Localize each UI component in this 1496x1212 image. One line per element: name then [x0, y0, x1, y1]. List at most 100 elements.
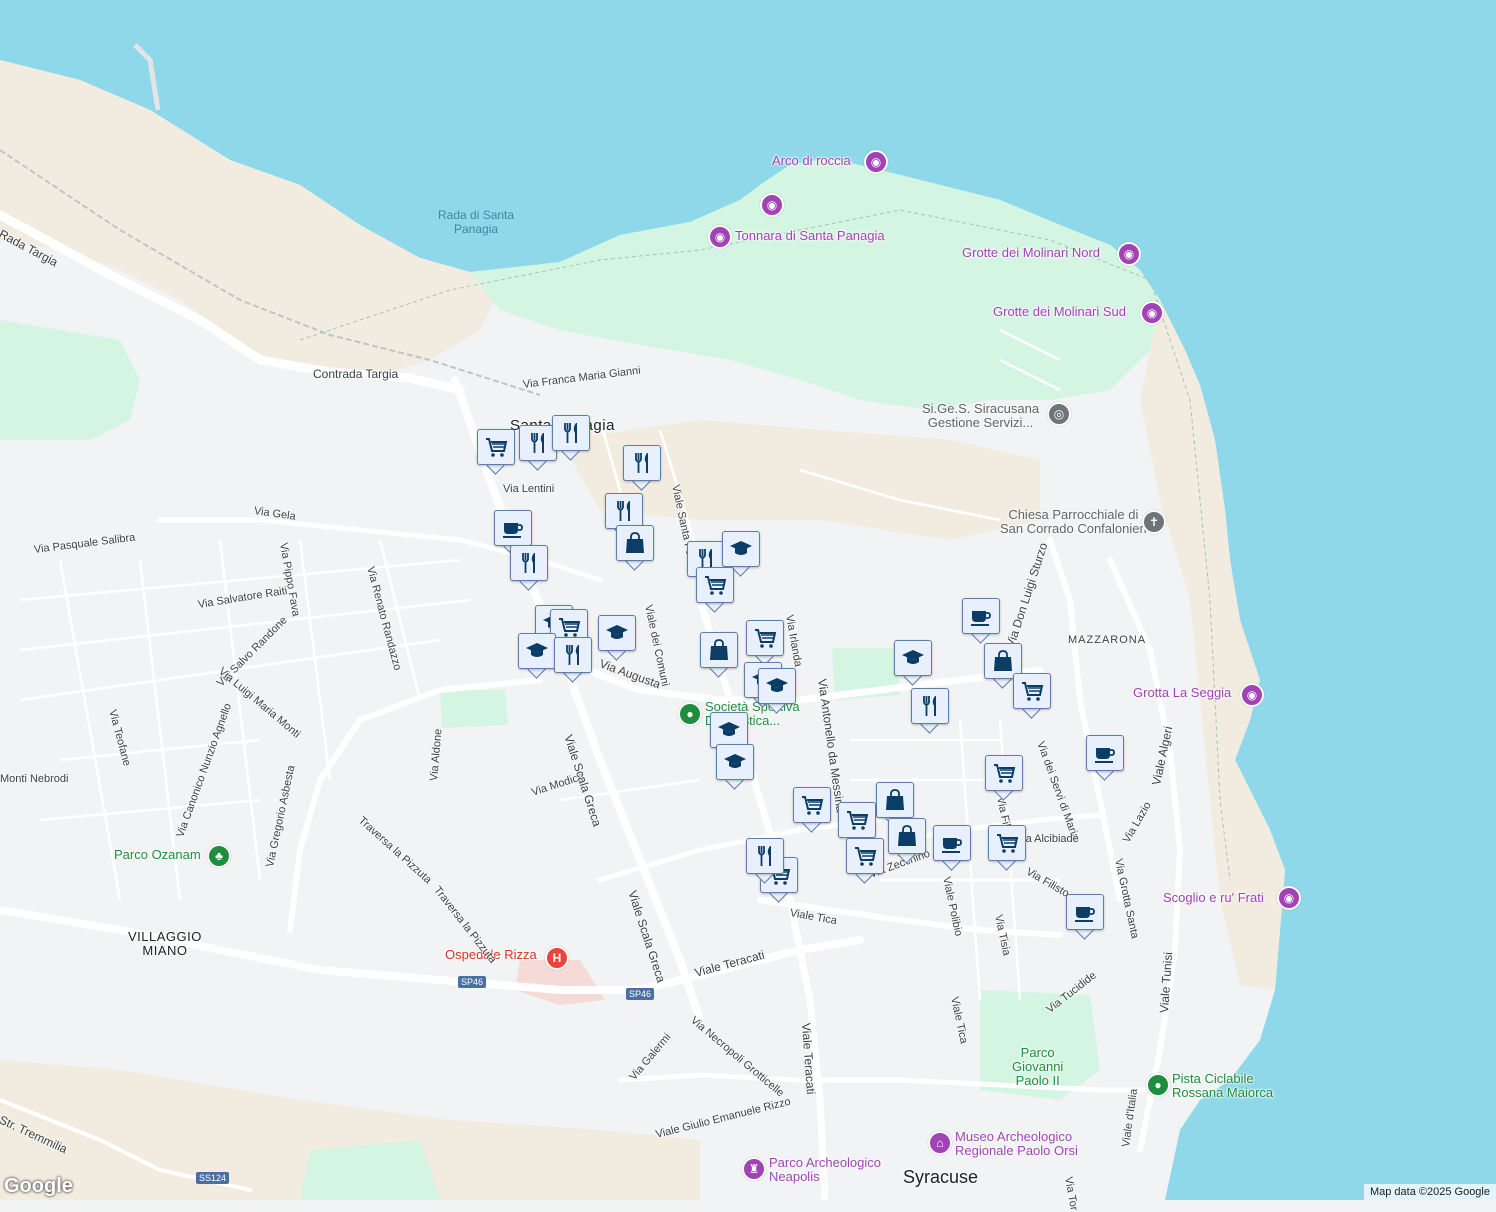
shopping-bag-icon	[616, 525, 654, 561]
shopping-cart-icon	[477, 429, 515, 465]
map-marker-shopping-cart[interactable]	[746, 620, 784, 666]
cup-glyph	[1075, 907, 1095, 922]
camera-icon[interactable]: ◉	[864, 150, 888, 174]
map-marker-cafe[interactable]	[962, 598, 1000, 644]
google-logo[interactable]: Google	[4, 1175, 73, 1198]
map-marker-school[interactable]	[722, 531, 760, 577]
camera-icon[interactable]: ◉	[760, 193, 784, 217]
cart-glyph	[1022, 682, 1044, 701]
camera-icon[interactable]: ◉	[1117, 242, 1141, 266]
restaurant-icon	[605, 493, 643, 529]
road-shield-ss124: SS124	[196, 1172, 230, 1184]
cap-glyph	[724, 754, 746, 768]
map-attribution[interactable]: Map data ©2025 Google	[1363, 1184, 1496, 1200]
shopping-cart-icon	[988, 825, 1026, 861]
cup-glyph	[503, 523, 523, 538]
camera-icon[interactable]: ◉	[708, 225, 732, 249]
service-icon[interactable]: ◎	[1047, 402, 1071, 426]
map-marker-shopping-cart[interactable]	[985, 755, 1023, 801]
restaurant-icon	[510, 545, 548, 581]
cycling-icon[interactable]: ●	[1146, 1073, 1170, 1097]
label-parco-gp[interactable]: Parco Giovanni Paolo II	[1012, 1046, 1063, 1088]
bag-glyph	[886, 789, 904, 810]
label-parco-ozanam[interactable]: Parco Ozanam	[114, 848, 201, 862]
cap-glyph	[606, 625, 628, 639]
map-marker-school[interactable]	[598, 615, 636, 661]
map-marker-restaurant[interactable]	[623, 445, 661, 491]
cup-glyph	[1095, 748, 1115, 763]
map-marker-cafe[interactable]	[1086, 735, 1124, 781]
label-grotta-seggia[interactable]: Grotta La Seggia	[1133, 686, 1231, 700]
hospital-icon[interactable]: H	[545, 946, 569, 970]
map-marker-shopping-bag[interactable]	[888, 818, 926, 864]
fork-glyph	[758, 846, 771, 866]
map-marker-school[interactable]	[894, 640, 932, 686]
label-chiesa[interactable]: Chiesa Parrocchiale di San Corrado Confa…	[1000, 508, 1147, 536]
map-marker-shopping-bag[interactable]	[616, 525, 654, 571]
map-marker-restaurant[interactable]	[510, 545, 548, 591]
map-marker-restaurant[interactable]	[911, 688, 949, 734]
map-marker-shopping-cart[interactable]	[838, 802, 876, 848]
bag-glyph	[710, 639, 728, 660]
map-marker-shopping-bag[interactable]	[876, 782, 914, 828]
shopping-cart-icon	[838, 802, 876, 838]
cup-glyph	[971, 611, 991, 626]
tree-icon[interactable]: ♣	[207, 844, 231, 868]
map-marker-cafe[interactable]	[494, 510, 532, 556]
shopping-bag-icon	[700, 632, 738, 668]
map-marker-school[interactable]	[716, 744, 754, 790]
bag-glyph	[994, 650, 1012, 671]
church-icon[interactable]: ✝	[1142, 510, 1166, 534]
fork-glyph	[531, 433, 544, 453]
camera-icon[interactable]: ◉	[1140, 301, 1164, 325]
museum-icon[interactable]: ⌂	[928, 1131, 952, 1155]
cafe-icon	[1066, 894, 1104, 930]
monument-icon[interactable]: ♜	[742, 1157, 766, 1181]
restaurant-icon	[623, 445, 661, 481]
label-scoglio[interactable]: Scoglio e ru' Frati	[1163, 891, 1264, 905]
cart-glyph	[755, 629, 777, 648]
cap-glyph	[730, 541, 752, 555]
label-museo[interactable]: Museo Archeologico Regionale Paolo Orsi	[955, 1130, 1078, 1158]
map-marker-cafe[interactable]	[1066, 894, 1104, 940]
cap-glyph	[766, 678, 788, 692]
map-marker-shopping-cart[interactable]	[846, 838, 884, 884]
map-marker-shopping-bag[interactable]	[700, 632, 738, 678]
restaurant-icon	[552, 415, 590, 451]
map-marker-restaurant[interactable]	[746, 838, 784, 884]
map-marker-school[interactable]	[758, 668, 796, 714]
label-rada: Rada di Santa Panagia	[438, 208, 515, 236]
map-marker-shopping-cart[interactable]	[988, 825, 1026, 871]
park-area-aldone	[440, 690, 508, 728]
label-arco[interactable]: Arco di roccia	[772, 154, 851, 168]
sports-icon[interactable]: ●	[678, 702, 702, 726]
fork-glyph	[635, 453, 648, 473]
shopping-bag-icon	[876, 782, 914, 818]
map-marker-restaurant[interactable]	[554, 637, 592, 683]
fork-glyph	[564, 423, 577, 443]
road-shield-sp46: SP46	[458, 976, 487, 988]
map-marker-shopping-cart[interactable]	[1013, 673, 1051, 719]
map-marker-restaurant[interactable]	[552, 415, 590, 461]
school-icon	[716, 744, 754, 780]
camera-icon[interactable]: ◉	[1277, 886, 1301, 910]
map-marker-shopping-cart[interactable]	[793, 787, 831, 833]
camera-icon[interactable]: ◉	[1240, 683, 1264, 707]
label-pista[interactable]: Pista Ciclabile Rossana Maiorca	[1172, 1072, 1273, 1100]
label-grotte-nord[interactable]: Grotte dei Molinari Nord	[962, 246, 1100, 260]
fork-glyph	[522, 553, 535, 573]
label-tonnara[interactable]: Tonnara di Santa Panagia	[735, 229, 885, 243]
label-villaggio: VILLAGGIO MIANO	[128, 929, 202, 958]
school-icon	[758, 668, 796, 704]
label-grotte-sud[interactable]: Grotte dei Molinari Sud	[993, 305, 1126, 319]
park-area-south	[300, 1140, 440, 1200]
label-parco-arch[interactable]: Parco Archeologico Neapolis	[769, 1156, 881, 1184]
map-marker-cafe[interactable]	[933, 825, 971, 871]
cafe-icon	[494, 510, 532, 546]
map-marker-shopping-cart[interactable]	[477, 429, 515, 475]
map-marker-school[interactable]	[518, 633, 556, 679]
cap-glyph	[902, 650, 924, 664]
label-sigess[interactable]: Si.Ge.S. Siracusana Gestione Servizi...	[922, 402, 1039, 430]
map-marker-shopping-cart[interactable]	[696, 567, 734, 613]
bag-glyph	[626, 532, 644, 553]
